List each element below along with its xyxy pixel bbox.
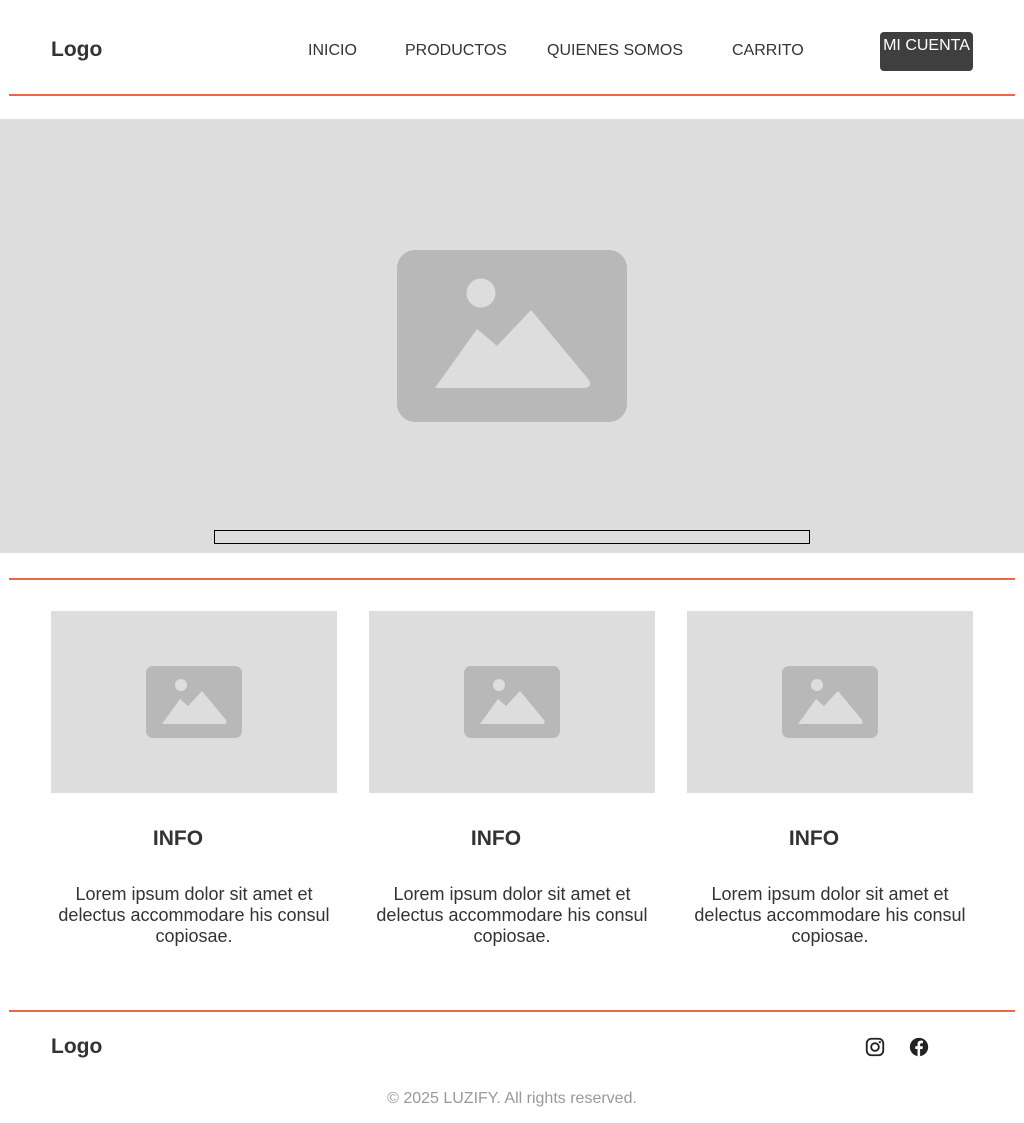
image-placeholder-icon [397, 250, 627, 422]
hero-banner [0, 119, 1024, 553]
site-header: Logo INICIO PRODUCTOS QUIENES SOMOS CARR… [0, 0, 1024, 96]
nav-inicio[interactable]: INICIO [308, 42, 357, 60]
card-title: INFO [788, 827, 840, 850]
card-image [369, 611, 655, 793]
nav-carrito[interactable]: CARRITO [732, 42, 804, 60]
hero-slider-bar[interactable] [214, 530, 810, 544]
card-image [51, 611, 337, 793]
copyright-text: © 2025 LUZIFY. All rights reserved. [387, 1090, 637, 1107]
card-title: INFO [470, 827, 522, 850]
card-text: Lorem ipsum dolor sit amet et delectus a… [58, 884, 330, 946]
card-title: INFO [152, 827, 204, 850]
footer-logo[interactable]: Logo [51, 1035, 102, 1059]
info-card: INFO Lorem ipsum dolor sit amet et delec… [369, 611, 655, 946]
footer-divider [9, 1010, 1015, 1012]
section-divider [9, 578, 1015, 580]
image-placeholder-icon [782, 666, 878, 738]
header-divider [9, 94, 1015, 96]
instagram-icon[interactable] [864, 1036, 886, 1058]
account-button[interactable]: MI CUENTA [880, 32, 973, 71]
nav-productos[interactable]: PRODUCTOS [405, 42, 507, 60]
card-image [687, 611, 973, 793]
image-placeholder-icon [464, 666, 560, 738]
facebook-icon[interactable] [908, 1036, 930, 1058]
info-card: INFO Lorem ipsum dolor sit amet et delec… [51, 611, 337, 946]
nav-quienes-somos[interactable]: QUIENES SOMOS [547, 42, 683, 60]
image-placeholder-icon [146, 666, 242, 738]
header-logo[interactable]: Logo [51, 38, 102, 62]
info-card: INFO Lorem ipsum dolor sit amet et delec… [687, 611, 973, 946]
card-text: Lorem ipsum dolor sit amet et delectus a… [376, 884, 648, 946]
card-text: Lorem ipsum dolor sit amet et delectus a… [694, 884, 966, 946]
